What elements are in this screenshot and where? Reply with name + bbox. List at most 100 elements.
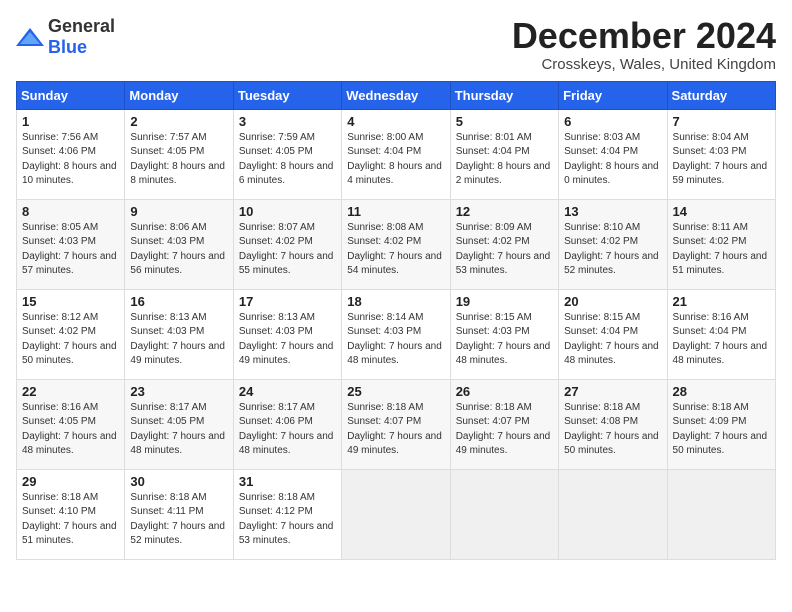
col-thursday: Thursday — [450, 81, 558, 109]
day-number: 18 — [347, 294, 444, 309]
calendar-cell: 23 Sunrise: 8:17 AM Sunset: 4:05 PM Dayl… — [125, 379, 233, 469]
day-number: 30 — [130, 474, 227, 489]
day-info: Sunrise: 8:18 AM Sunset: 4:09 PM Dayligh… — [673, 401, 770, 459]
day-number: 9 — [130, 204, 227, 219]
day-info: Sunrise: 7:59 AM Sunset: 4:05 PM Dayligh… — [239, 131, 336, 189]
day-info: Sunrise: 8:13 AM Sunset: 4:03 PM Dayligh… — [239, 311, 336, 369]
col-monday: Monday — [125, 81, 233, 109]
calendar-cell: 16 Sunrise: 8:13 AM Sunset: 4:03 PM Dayl… — [125, 289, 233, 379]
day-number: 8 — [22, 204, 119, 219]
logo-icon — [16, 26, 44, 48]
day-info: Sunrise: 8:13 AM Sunset: 4:03 PM Dayligh… — [130, 311, 227, 369]
calendar-header-row: Sunday Monday Tuesday Wednesday Thursday… — [17, 81, 776, 109]
day-info: Sunrise: 8:00 AM Sunset: 4:04 PM Dayligh… — [347, 131, 444, 189]
week-row-1: 1 Sunrise: 7:56 AM Sunset: 4:06 PM Dayli… — [17, 109, 776, 199]
calendar-cell: 10 Sunrise: 8:07 AM Sunset: 4:02 PM Dayl… — [233, 199, 341, 289]
location: Crosskeys, Wales, United Kingdom — [512, 56, 776, 73]
day-number: 31 — [239, 474, 336, 489]
day-info: Sunrise: 7:57 AM Sunset: 4:05 PM Dayligh… — [130, 131, 227, 189]
day-number: 28 — [673, 384, 770, 399]
calendar-cell: 14 Sunrise: 8:11 AM Sunset: 4:02 PM Dayl… — [667, 199, 775, 289]
calendar-cell: 7 Sunrise: 8:04 AM Sunset: 4:03 PM Dayli… — [667, 109, 775, 199]
day-number: 15 — [22, 294, 119, 309]
calendar-cell: 21 Sunrise: 8:16 AM Sunset: 4:04 PM Dayl… — [667, 289, 775, 379]
day-number: 19 — [456, 294, 553, 309]
day-number: 20 — [564, 294, 661, 309]
calendar-cell: 27 Sunrise: 8:18 AM Sunset: 4:08 PM Dayl… — [559, 379, 667, 469]
calendar-cell: 18 Sunrise: 8:14 AM Sunset: 4:03 PM Dayl… — [342, 289, 450, 379]
day-number: 23 — [130, 384, 227, 399]
calendar-cell: 3 Sunrise: 7:59 AM Sunset: 4:05 PM Dayli… — [233, 109, 341, 199]
month-title: December 2024 — [512, 16, 776, 56]
week-row-4: 22 Sunrise: 8:16 AM Sunset: 4:05 PM Dayl… — [17, 379, 776, 469]
day-number: 22 — [22, 384, 119, 399]
day-number: 4 — [347, 114, 444, 129]
day-info: Sunrise: 8:05 AM Sunset: 4:03 PM Dayligh… — [22, 221, 119, 279]
calendar-cell: 11 Sunrise: 8:08 AM Sunset: 4:02 PM Dayl… — [342, 199, 450, 289]
calendar-cell: 24 Sunrise: 8:17 AM Sunset: 4:06 PM Dayl… — [233, 379, 341, 469]
day-number: 12 — [456, 204, 553, 219]
day-info: Sunrise: 8:03 AM Sunset: 4:04 PM Dayligh… — [564, 131, 661, 189]
day-number: 14 — [673, 204, 770, 219]
week-row-5: 29 Sunrise: 8:18 AM Sunset: 4:10 PM Dayl… — [17, 469, 776, 559]
day-number: 17 — [239, 294, 336, 309]
day-info: Sunrise: 8:15 AM Sunset: 4:03 PM Dayligh… — [456, 311, 553, 369]
calendar-cell: 2 Sunrise: 7:57 AM Sunset: 4:05 PM Dayli… — [125, 109, 233, 199]
day-info: Sunrise: 8:18 AM Sunset: 4:12 PM Dayligh… — [239, 491, 336, 549]
calendar-cell: 17 Sunrise: 8:13 AM Sunset: 4:03 PM Dayl… — [233, 289, 341, 379]
day-info: Sunrise: 8:18 AM Sunset: 4:07 PM Dayligh… — [347, 401, 444, 459]
day-info: Sunrise: 8:12 AM Sunset: 4:02 PM Dayligh… — [22, 311, 119, 369]
calendar-cell: 9 Sunrise: 8:06 AM Sunset: 4:03 PM Dayli… — [125, 199, 233, 289]
day-info: Sunrise: 8:10 AM Sunset: 4:02 PM Dayligh… — [564, 221, 661, 279]
calendar-cell: 12 Sunrise: 8:09 AM Sunset: 4:02 PM Dayl… — [450, 199, 558, 289]
day-number: 6 — [564, 114, 661, 129]
day-number: 21 — [673, 294, 770, 309]
week-row-2: 8 Sunrise: 8:05 AM Sunset: 4:03 PM Dayli… — [17, 199, 776, 289]
day-info: Sunrise: 8:01 AM Sunset: 4:04 PM Dayligh… — [456, 131, 553, 189]
day-info: Sunrise: 8:04 AM Sunset: 4:03 PM Dayligh… — [673, 131, 770, 189]
col-sunday: Sunday — [17, 81, 125, 109]
day-info: Sunrise: 7:56 AM Sunset: 4:06 PM Dayligh… — [22, 131, 119, 189]
day-info: Sunrise: 8:08 AM Sunset: 4:02 PM Dayligh… — [347, 221, 444, 279]
logo: General Blue — [16, 16, 115, 58]
day-info: Sunrise: 8:16 AM Sunset: 4:04 PM Dayligh… — [673, 311, 770, 369]
day-info: Sunrise: 8:16 AM Sunset: 4:05 PM Dayligh… — [22, 401, 119, 459]
day-info: Sunrise: 8:18 AM Sunset: 4:10 PM Dayligh… — [22, 491, 119, 549]
day-info: Sunrise: 8:14 AM Sunset: 4:03 PM Dayligh… — [347, 311, 444, 369]
day-number: 2 — [130, 114, 227, 129]
calendar-cell: 20 Sunrise: 8:15 AM Sunset: 4:04 PM Dayl… — [559, 289, 667, 379]
col-saturday: Saturday — [667, 81, 775, 109]
calendar-cell: 8 Sunrise: 8:05 AM Sunset: 4:03 PM Dayli… — [17, 199, 125, 289]
week-row-3: 15 Sunrise: 8:12 AM Sunset: 4:02 PM Dayl… — [17, 289, 776, 379]
calendar-cell: 1 Sunrise: 7:56 AM Sunset: 4:06 PM Dayli… — [17, 109, 125, 199]
calendar-cell — [559, 469, 667, 559]
calendar-cell: 15 Sunrise: 8:12 AM Sunset: 4:02 PM Dayl… — [17, 289, 125, 379]
day-number: 13 — [564, 204, 661, 219]
day-number: 25 — [347, 384, 444, 399]
day-number: 16 — [130, 294, 227, 309]
day-info: Sunrise: 8:17 AM Sunset: 4:05 PM Dayligh… — [130, 401, 227, 459]
calendar-body: 1 Sunrise: 7:56 AM Sunset: 4:06 PM Dayli… — [17, 109, 776, 559]
col-friday: Friday — [559, 81, 667, 109]
day-info: Sunrise: 8:17 AM Sunset: 4:06 PM Dayligh… — [239, 401, 336, 459]
day-number: 27 — [564, 384, 661, 399]
calendar-cell: 29 Sunrise: 8:18 AM Sunset: 4:10 PM Dayl… — [17, 469, 125, 559]
day-info: Sunrise: 8:18 AM Sunset: 4:08 PM Dayligh… — [564, 401, 661, 459]
calendar-cell: 31 Sunrise: 8:18 AM Sunset: 4:12 PM Dayl… — [233, 469, 341, 559]
title-area: December 2024 Crosskeys, Wales, United K… — [512, 16, 776, 73]
day-number: 24 — [239, 384, 336, 399]
day-info: Sunrise: 8:18 AM Sunset: 4:11 PM Dayligh… — [130, 491, 227, 549]
calendar: Sunday Monday Tuesday Wednesday Thursday… — [16, 81, 776, 560]
day-number: 29 — [22, 474, 119, 489]
day-number: 11 — [347, 204, 444, 219]
day-info: Sunrise: 8:09 AM Sunset: 4:02 PM Dayligh… — [456, 221, 553, 279]
calendar-cell: 4 Sunrise: 8:00 AM Sunset: 4:04 PM Dayli… — [342, 109, 450, 199]
calendar-cell: 22 Sunrise: 8:16 AM Sunset: 4:05 PM Dayl… — [17, 379, 125, 469]
day-number: 7 — [673, 114, 770, 129]
day-number: 10 — [239, 204, 336, 219]
calendar-cell: 5 Sunrise: 8:01 AM Sunset: 4:04 PM Dayli… — [450, 109, 558, 199]
header: General Blue December 2024 Crosskeys, Wa… — [16, 16, 776, 73]
calendar-cell: 28 Sunrise: 8:18 AM Sunset: 4:09 PM Dayl… — [667, 379, 775, 469]
day-info: Sunrise: 8:18 AM Sunset: 4:07 PM Dayligh… — [456, 401, 553, 459]
logo-general: General — [48, 16, 115, 36]
